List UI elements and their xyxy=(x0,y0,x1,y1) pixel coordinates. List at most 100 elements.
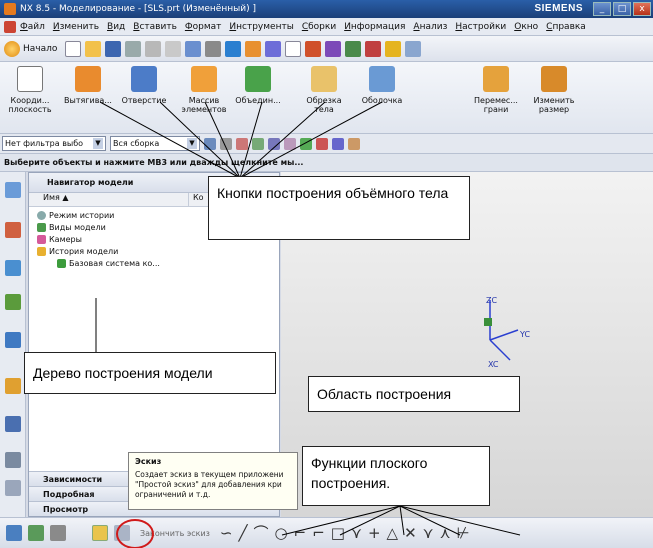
sketch-task-icon[interactable] xyxy=(6,525,22,541)
shell-button[interactable]: Оболочка xyxy=(356,66,408,105)
minimize-button[interactable]: _ xyxy=(593,2,611,16)
shading-icon[interactable] xyxy=(225,40,242,57)
type-filter-select[interactable]: Нет фильтра выбо ▼ xyxy=(2,136,106,151)
tree-row-model-history[interactable]: История модели xyxy=(37,245,279,257)
view-orient-icon[interactable] xyxy=(205,40,222,57)
snap-point-icon[interactable] xyxy=(220,137,232,150)
sketch-view-icon[interactable] xyxy=(28,525,44,541)
filter-reset-icon[interactable] xyxy=(204,137,216,150)
feature-icon[interactable] xyxy=(345,40,362,57)
snap-intersect-icon[interactable] xyxy=(284,137,296,150)
snap-arc-center-icon[interactable] xyxy=(300,137,312,150)
arc-icon[interactable]: ⌒ xyxy=(254,525,269,541)
paste-icon[interactable] xyxy=(165,40,182,57)
history-icon[interactable] xyxy=(5,378,21,394)
unite-button[interactable]: Объедин... xyxy=(232,66,284,105)
datum-plane-button[interactable]: Коорди... плоскость xyxy=(4,66,56,114)
menu-file[interactable]: Файл xyxy=(20,22,45,32)
snap-icon[interactable] xyxy=(385,40,402,57)
menu-information[interactable]: Информация xyxy=(344,22,405,32)
wave-icon[interactable] xyxy=(325,40,342,57)
feature-ribbon: Коорди... плоскость Вытягива... Отверсти… xyxy=(0,62,653,134)
snap-mid-icon[interactable] xyxy=(252,137,264,150)
menu-bar: Файл Изменить Вид Вставить Формат Инстру… xyxy=(0,18,653,36)
constraint-navigator-icon[interactable] xyxy=(5,222,21,238)
menu-insert[interactable]: Вставить xyxy=(133,22,177,32)
extrude-button[interactable]: Вытягива... xyxy=(62,66,114,105)
snap-end-icon[interactable] xyxy=(236,137,248,150)
folder-icon xyxy=(37,246,46,256)
datum-plane-icon xyxy=(17,66,43,92)
snap-control-icon[interactable] xyxy=(268,137,280,150)
circle-icon[interactable]: ○ xyxy=(275,525,288,541)
menu-window[interactable]: Окно xyxy=(514,22,538,32)
start-button[interactable]: Начало xyxy=(4,40,57,57)
polygon-icon[interactable]: ⋎ xyxy=(351,525,362,541)
assembly-scope-select[interactable]: Вся сборка ▼ xyxy=(110,136,200,151)
extend-icon[interactable]: ⋎ xyxy=(423,525,434,541)
tree-row-datum-csys[interactable]: Базовая система ко... xyxy=(37,257,279,269)
menu-help[interactable]: Справка xyxy=(546,22,586,32)
corner-icon[interactable]: ⋏ xyxy=(440,525,451,541)
hole-button[interactable]: Отверстие xyxy=(118,66,170,105)
open-folder-icon[interactable] xyxy=(85,40,102,57)
menu-view[interactable]: Вид xyxy=(107,22,125,32)
window-titlebar: NX 8.5 - Моделирование - [SLS.prt (Измен… xyxy=(0,0,653,18)
menu-preferences[interactable]: Настройки xyxy=(455,22,506,32)
system-materials-icon[interactable] xyxy=(5,452,21,468)
profile-icon[interactable]: ∽ xyxy=(220,525,233,541)
render-icon[interactable] xyxy=(285,40,302,57)
assembly-navigator-icon[interactable] xyxy=(5,182,21,198)
move-face-button[interactable]: Перемес... грани xyxy=(470,66,522,114)
sketch-tooltip: Эскиз Создает эскиз в текущем приложени … xyxy=(128,452,298,510)
menu-app-icon[interactable] xyxy=(4,20,16,33)
resize-button[interactable]: Изменить размер xyxy=(528,66,580,114)
window-title: NX 8.5 - Моделирование - [SLS.prt (Измен… xyxy=(20,4,256,14)
column-name-header[interactable]: Имя ▲ xyxy=(29,193,189,206)
point-icon[interactable]: + xyxy=(368,525,381,541)
shell-label: Оболочка xyxy=(361,96,403,105)
save-icon[interactable] xyxy=(105,40,122,57)
analysis-icon[interactable] xyxy=(305,40,322,57)
display-icon[interactable] xyxy=(185,40,202,57)
measure-icon[interactable] xyxy=(365,40,382,57)
type-filter-value: Нет фильтра выбо xyxy=(5,139,84,148)
offset-curve-icon[interactable]: △ xyxy=(387,525,399,541)
menu-analysis[interactable]: Анализ xyxy=(413,22,447,32)
toolbar-options-icon[interactable] xyxy=(405,40,422,57)
selection-icon[interactable] xyxy=(245,40,262,57)
sketch-icon[interactable] xyxy=(92,525,108,541)
clock-icon[interactable] xyxy=(5,416,21,432)
menu-tools[interactable]: Инструменты xyxy=(229,22,293,32)
part-navigator-icon[interactable] xyxy=(5,260,21,276)
cut-icon[interactable] xyxy=(125,40,142,57)
rectangle-icon[interactable]: □ xyxy=(331,525,345,541)
trim-body-label: Обрезка тела xyxy=(306,96,342,114)
trim-body-button[interactable]: Обрезка тела xyxy=(298,66,350,114)
maximize-button[interactable]: □ xyxy=(613,2,631,16)
new-file-icon[interactable] xyxy=(65,40,82,57)
mirror-icon[interactable]: ⊬ xyxy=(457,525,470,541)
trim-icon[interactable]: ✕ xyxy=(404,525,417,541)
copy-icon[interactable] xyxy=(145,40,162,57)
column-second-header[interactable]: Ко xyxy=(189,193,204,206)
menu-edit[interactable]: Изменить xyxy=(53,22,99,32)
snap-existing-icon[interactable] xyxy=(332,137,344,150)
fillet-icon[interactable]: ⌐ xyxy=(294,525,307,541)
snap-quadrant-icon[interactable] xyxy=(316,137,328,150)
resize-icon xyxy=(541,66,567,92)
chamfer-icon[interactable]: ⌐ xyxy=(312,525,325,541)
close-button[interactable]: x xyxy=(633,2,651,16)
menu-format[interactable]: Формат xyxy=(185,22,222,32)
line-icon[interactable]: ╱ xyxy=(238,525,247,541)
web-browser-icon[interactable] xyxy=(5,332,21,348)
layer-icon[interactable] xyxy=(265,40,282,57)
camera-icon xyxy=(37,234,46,244)
menu-assemblies[interactable]: Сборки xyxy=(302,22,336,32)
pattern-feature-button[interactable]: Массив элементов xyxy=(178,66,230,114)
snap-on-curve-icon[interactable] xyxy=(348,137,360,150)
roles-icon[interactable] xyxy=(5,480,21,496)
resize-label: Изменить размер xyxy=(533,96,575,114)
reuse-library-icon[interactable] xyxy=(5,294,21,310)
sketch-plane-icon[interactable] xyxy=(50,525,66,541)
